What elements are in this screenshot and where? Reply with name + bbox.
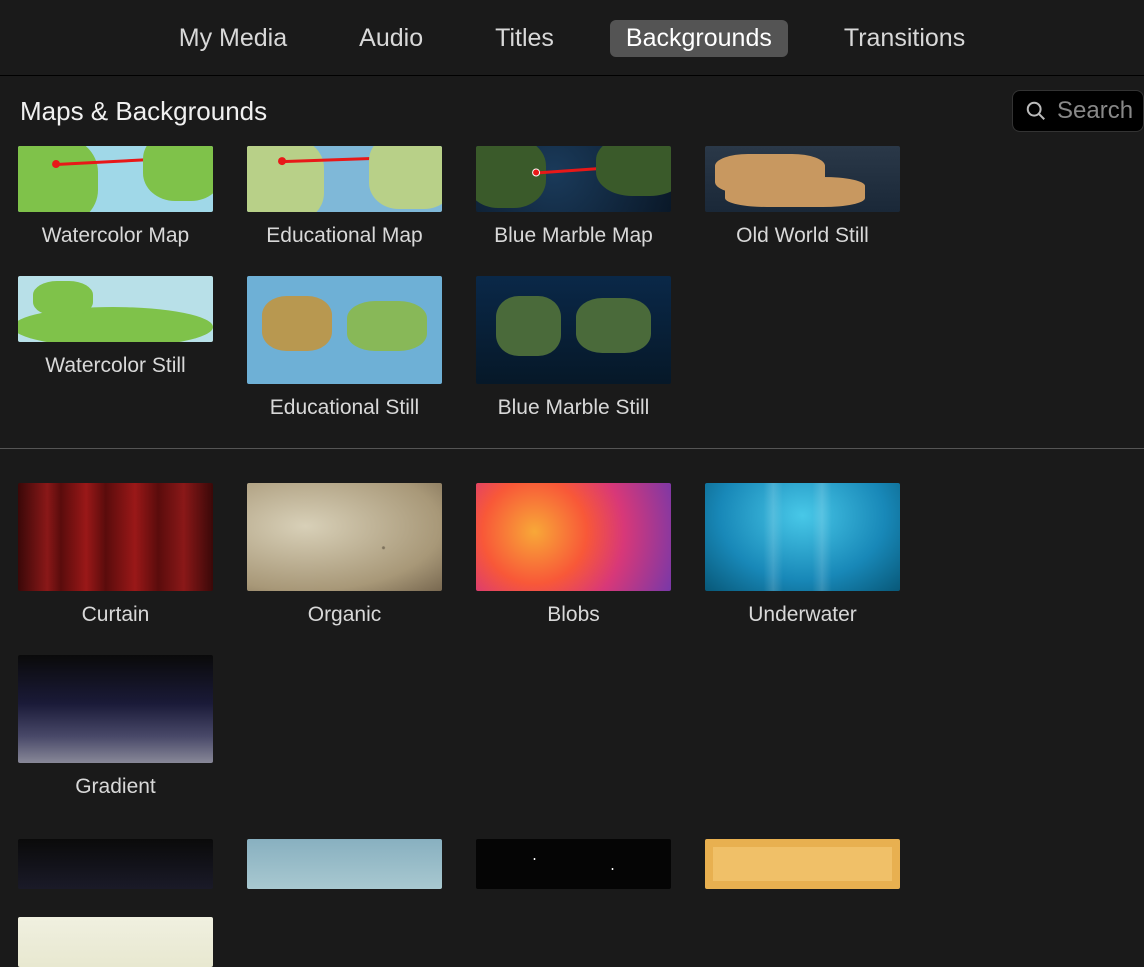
- bg-item-partial[interactable]: [247, 839, 442, 889]
- item-label: Educational Map: [247, 224, 442, 248]
- map-item-watercolor-still[interactable]: Watercolor Still: [18, 276, 213, 420]
- item-label: Old World Still: [705, 224, 900, 248]
- bg-item-partial[interactable]: [18, 917, 213, 967]
- bg-item-partial[interactable]: [705, 839, 900, 889]
- tab-backgrounds[interactable]: Backgrounds: [610, 20, 788, 57]
- item-label: Curtain: [18, 603, 213, 627]
- thumbnail: [705, 146, 900, 212]
- item-label: Blue Marble Map: [476, 224, 671, 248]
- bg-item-blobs[interactable]: Blobs: [476, 483, 671, 627]
- tab-my-media[interactable]: My Media: [163, 20, 303, 57]
- thumbnail: [247, 146, 442, 212]
- item-label: Organic: [247, 603, 442, 627]
- thumbnail: [476, 483, 671, 591]
- map-item-blue-marble-still[interactable]: Blue Marble Still: [476, 276, 671, 420]
- backgrounds-grid: Curtain Organic Blobs Underwater Gradien…: [0, 483, 1144, 799]
- search-field[interactable]: [1012, 90, 1144, 132]
- thumbnail: [18, 839, 213, 889]
- bg-item-organic[interactable]: Organic: [247, 483, 442, 627]
- thumbnail: [18, 655, 213, 763]
- bg-item-gradient[interactable]: Gradient: [18, 655, 213, 799]
- item-label: Blobs: [476, 603, 671, 627]
- bg-item-underwater[interactable]: Underwater: [705, 483, 900, 627]
- item-label: Blue Marble Still: [476, 396, 671, 420]
- section-title: Maps & Backgrounds: [20, 96, 267, 127]
- item-label: Underwater: [705, 603, 900, 627]
- thumbnail: [18, 917, 213, 967]
- search-input[interactable]: [1057, 97, 1137, 125]
- maps-grid: Watercolor Map Educational Map Blue Marb…: [0, 146, 1144, 420]
- map-item-educational-still[interactable]: Educational Still: [247, 276, 442, 420]
- item-label: Watercolor Map: [18, 224, 213, 248]
- thumbnail: [18, 146, 213, 212]
- thumbnail: [247, 839, 442, 889]
- thumbnail: [247, 276, 442, 384]
- browser-tabs: My Media Audio Titles Backgrounds Transi…: [0, 0, 1144, 76]
- thumbnail: [705, 839, 900, 889]
- thumbnail: [247, 483, 442, 591]
- thumbnail: [18, 483, 213, 591]
- bg-item-partial[interactable]: [18, 839, 213, 889]
- bg-item-curtain[interactable]: Curtain: [18, 483, 213, 627]
- item-label: Educational Still: [247, 396, 442, 420]
- tab-transitions[interactable]: Transitions: [828, 20, 981, 57]
- tab-audio[interactable]: Audio: [343, 20, 439, 57]
- map-item-educational-map[interactable]: Educational Map: [247, 146, 442, 248]
- thumbnail: [476, 276, 671, 384]
- map-item-blue-marble-map[interactable]: Blue Marble Map: [476, 146, 671, 248]
- thumbnail: [476, 839, 671, 889]
- thumbnail: [476, 146, 671, 212]
- section-divider: [0, 448, 1144, 449]
- search-icon: [1025, 100, 1047, 122]
- item-label: Watercolor Still: [18, 354, 213, 378]
- thumbnail: [18, 276, 213, 342]
- bg-item-partial[interactable]: [476, 839, 671, 889]
- subheader: Maps & Backgrounds: [0, 76, 1144, 146]
- backgrounds-grid-row2: [0, 839, 1144, 967]
- thumbnail: [705, 483, 900, 591]
- map-item-watercolor-map[interactable]: Watercolor Map: [18, 146, 213, 248]
- map-item-old-world-still[interactable]: Old World Still: [705, 146, 900, 248]
- tab-titles[interactable]: Titles: [479, 20, 570, 57]
- item-label: Gradient: [18, 775, 213, 799]
